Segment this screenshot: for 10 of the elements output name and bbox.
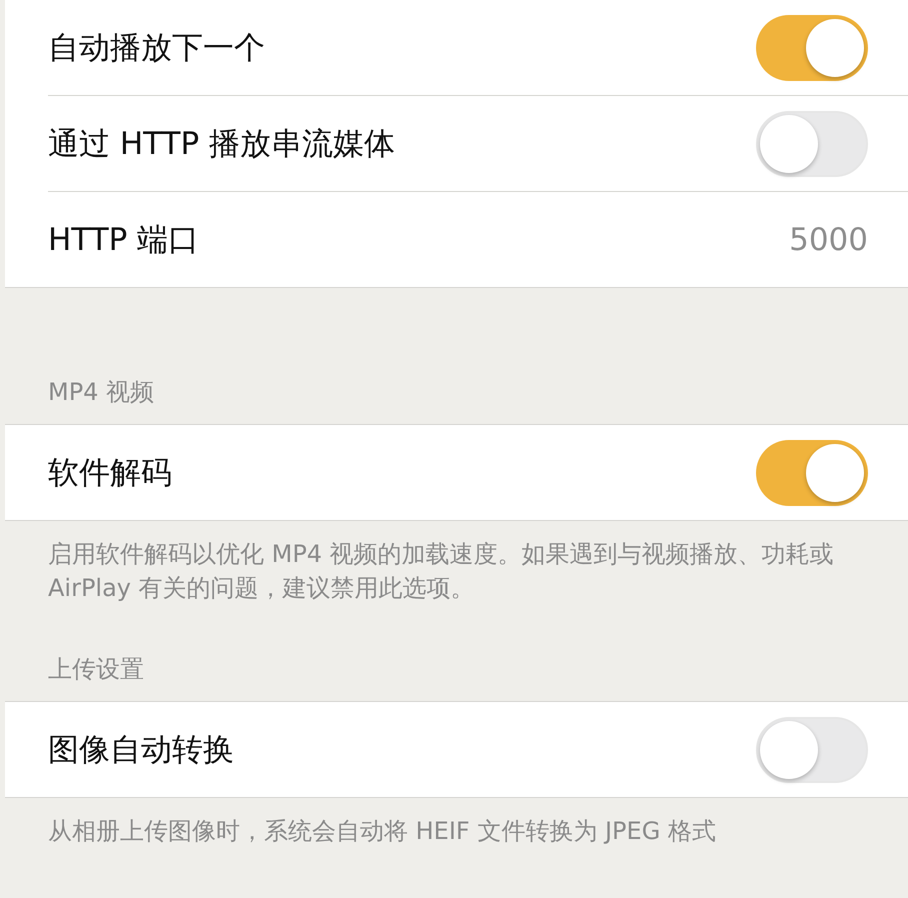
- section-header: MP4 视频: [47, 377, 156, 408]
- setting-label: 图像自动转换: [48, 730, 234, 770]
- section-footer: 从相册上传图像时，系统会自动将 HEIF 文件转换为 JPEG 格式: [5, 798, 898, 848]
- setting-label: HTTP 端口: [48, 220, 200, 260]
- setting-value: 5000: [789, 222, 868, 258]
- section-header: 上传设置: [47, 654, 145, 685]
- section-footer: 启用软件解码以优化 MP4 视频的加载速度。如果遇到与视频播放、功耗或 AirPlay 有关的问题，建议禁用此选项。: [5, 521, 898, 605]
- setting-label: 自动播放下一个: [48, 28, 265, 68]
- setting-label: 软件解码: [48, 454, 172, 492]
- setting-label: 通过 HTTP 播放串流媒体: [48, 124, 396, 164]
